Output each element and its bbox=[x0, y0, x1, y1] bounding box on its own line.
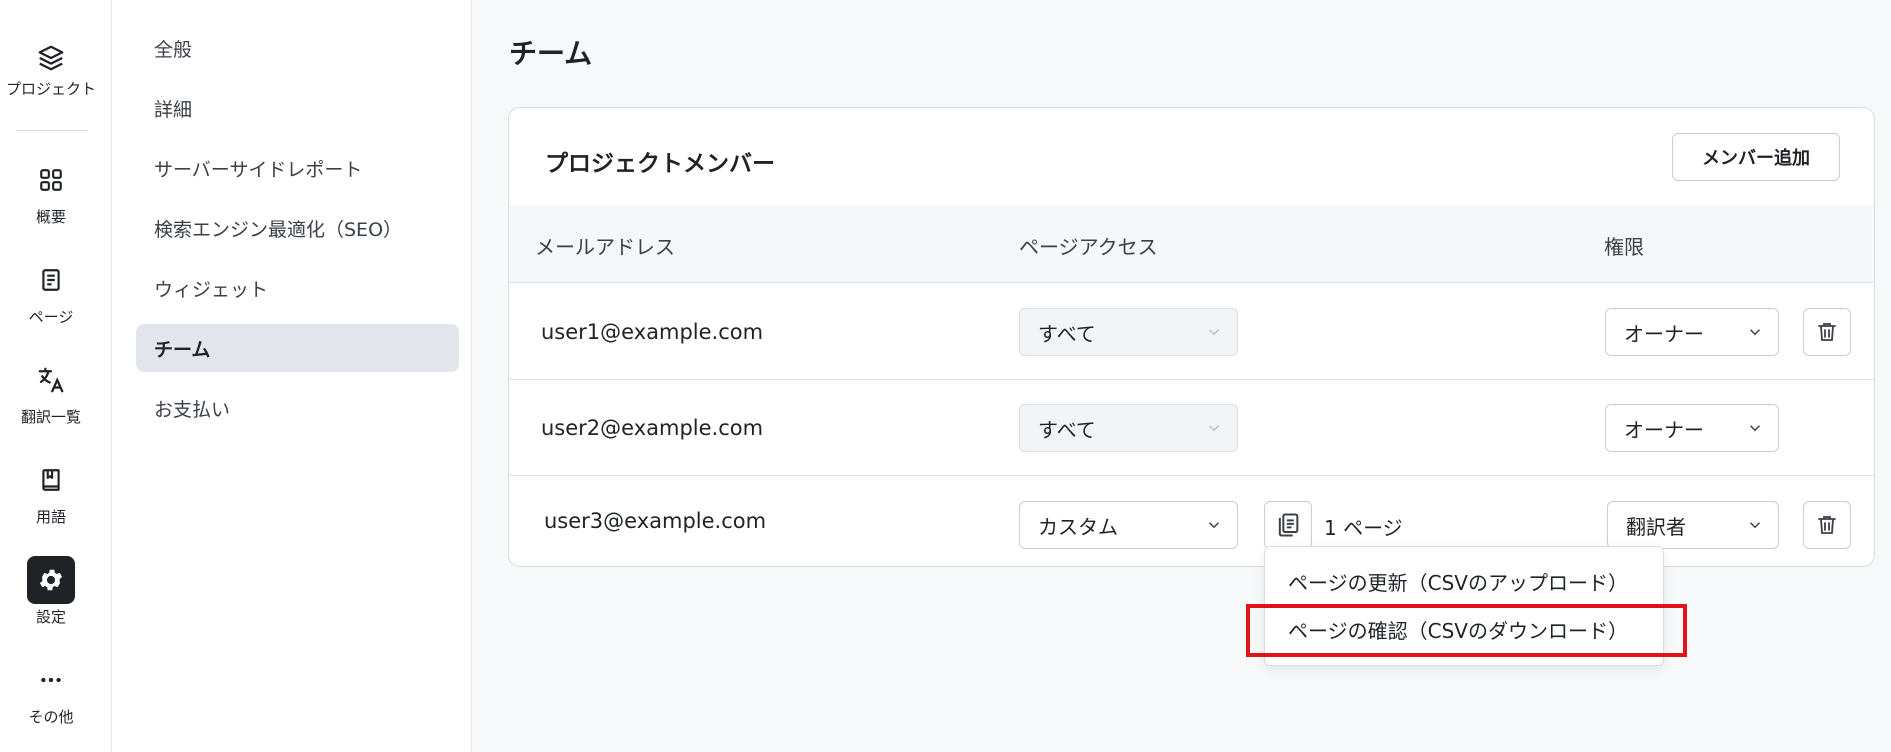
rail-item-settings[interactable]: 設定 bbox=[0, 556, 102, 627]
page-access-value: カスタム bbox=[1038, 514, 1118, 539]
subnav-item-server-side-report[interactable]: サーバーサイドレポート bbox=[136, 144, 459, 192]
chevron-down-icon bbox=[1749, 425, 1761, 432]
rail-item-label: 概要 bbox=[35, 208, 66, 226]
chevron-down-icon bbox=[1208, 329, 1220, 336]
subnav-item-general[interactable]: 全般 bbox=[136, 24, 459, 72]
chevron-down-icon bbox=[1208, 522, 1220, 529]
settings-nav: 全般 詳細 サーバーサイドレポート 検索エンジン最適化（SEO） ウィジェット … bbox=[112, 0, 472, 752]
member-email: user3@example.com bbox=[544, 509, 767, 533]
table-row: user1@example.com すべて オーナー bbox=[509, 284, 1874, 380]
role-select[interactable]: オーナー bbox=[1605, 404, 1779, 452]
role-select[interactable]: オーナー bbox=[1605, 308, 1779, 356]
menu-item-upload-csv[interactable]: ページの更新（CSVのアップロード） bbox=[1265, 557, 1663, 605]
chevron-down-icon bbox=[1749, 329, 1761, 336]
table-row: user3@example.com カスタム 1 ページ 翻訳者 bbox=[509, 476, 1874, 566]
subnav-item-seo[interactable]: 検索エンジン最適化（SEO） bbox=[136, 204, 459, 252]
layers-icon bbox=[27, 34, 75, 82]
more-icon bbox=[27, 656, 75, 704]
rail-item-label: プロジェクト bbox=[5, 80, 96, 98]
pages-menu-button[interactable] bbox=[1264, 501, 1312, 549]
subnav-item-details[interactable]: 詳細 bbox=[136, 84, 459, 132]
rail-item-glossary[interactable]: 用語 bbox=[0, 456, 102, 527]
rail-item-label: 用語 bbox=[35, 508, 66, 526]
menu-item-download-csv[interactable]: ページの確認（CSVのダウンロード） bbox=[1265, 605, 1663, 653]
add-member-button[interactable]: メンバー追加 bbox=[1672, 133, 1840, 181]
column-header-role: 権限 bbox=[1604, 235, 1644, 259]
rail-item-label: 翻訳一覧 bbox=[20, 408, 81, 426]
book-icon bbox=[27, 456, 75, 504]
table-header: メールアドレス ページアクセス 権限 bbox=[509, 205, 1874, 283]
rail-item-label: その他 bbox=[28, 708, 74, 726]
delete-member-button[interactable] bbox=[1803, 501, 1851, 549]
trash-icon bbox=[1818, 323, 1836, 341]
rail-item-label: ページ bbox=[28, 308, 74, 326]
subnav-item-team[interactable]: チーム bbox=[136, 324, 459, 372]
delete-member-button[interactable] bbox=[1803, 308, 1851, 356]
page-title: チーム bbox=[509, 37, 593, 70]
column-header-page-access: ページアクセス bbox=[1019, 235, 1158, 259]
page-access-value: すべて bbox=[1038, 417, 1096, 442]
rail-item-project[interactable]: プロジェクト bbox=[0, 34, 102, 99]
role-value: オーナー bbox=[1624, 417, 1704, 442]
table-row: user2@example.com すべて オーナー bbox=[509, 380, 1874, 476]
chevron-down-icon bbox=[1749, 522, 1761, 529]
page-access-select[interactable]: カスタム bbox=[1019, 501, 1238, 549]
page-access-value: すべて bbox=[1038, 321, 1096, 346]
member-email: user1@example.com bbox=[541, 320, 764, 344]
grid-icon bbox=[27, 156, 75, 204]
subnav-item-billing[interactable]: お支払い bbox=[136, 384, 459, 432]
role-value: オーナー bbox=[1624, 321, 1704, 346]
subnav-item-widget[interactable]: ウィジェット bbox=[136, 264, 459, 312]
document-icon bbox=[27, 256, 75, 304]
rail-item-pages[interactable]: ページ bbox=[0, 256, 102, 327]
gear-icon bbox=[27, 556, 75, 604]
pages-dropdown-menu: ページの更新（CSVのアップロード） ページの確認（CSVのダウンロード） bbox=[1264, 546, 1664, 666]
column-header-email: メールアドレス bbox=[535, 235, 675, 259]
icon-rail: プロジェクト 概要 ページ 翻訳一覧 用語 設定 その他 bbox=[0, 0, 112, 752]
documents-icon bbox=[1278, 513, 1299, 537]
rail-item-overview[interactable]: 概要 bbox=[0, 156, 102, 227]
member-email: user2@example.com bbox=[541, 416, 764, 440]
trash-icon bbox=[1818, 516, 1836, 534]
page-access-select[interactable]: すべて bbox=[1019, 404, 1238, 452]
translate-icon bbox=[27, 356, 75, 404]
chevron-down-icon bbox=[1208, 425, 1220, 432]
page-access-select[interactable]: すべて bbox=[1019, 308, 1238, 356]
page-count: 1 ページ bbox=[1324, 516, 1403, 540]
role-value: 翻訳者 bbox=[1626, 514, 1686, 539]
rail-item-more[interactable]: その他 bbox=[0, 656, 102, 727]
rail-divider bbox=[16, 130, 88, 131]
role-select[interactable]: 翻訳者 bbox=[1607, 501, 1779, 549]
rail-item-translations[interactable]: 翻訳一覧 bbox=[0, 356, 102, 427]
rail-item-label: 設定 bbox=[35, 608, 66, 626]
members-card: プロジェクトメンバー メンバー追加 メールアドレス ページアクセス 権限 use… bbox=[508, 107, 1875, 567]
card-title: プロジェクトメンバー bbox=[545, 151, 775, 177]
